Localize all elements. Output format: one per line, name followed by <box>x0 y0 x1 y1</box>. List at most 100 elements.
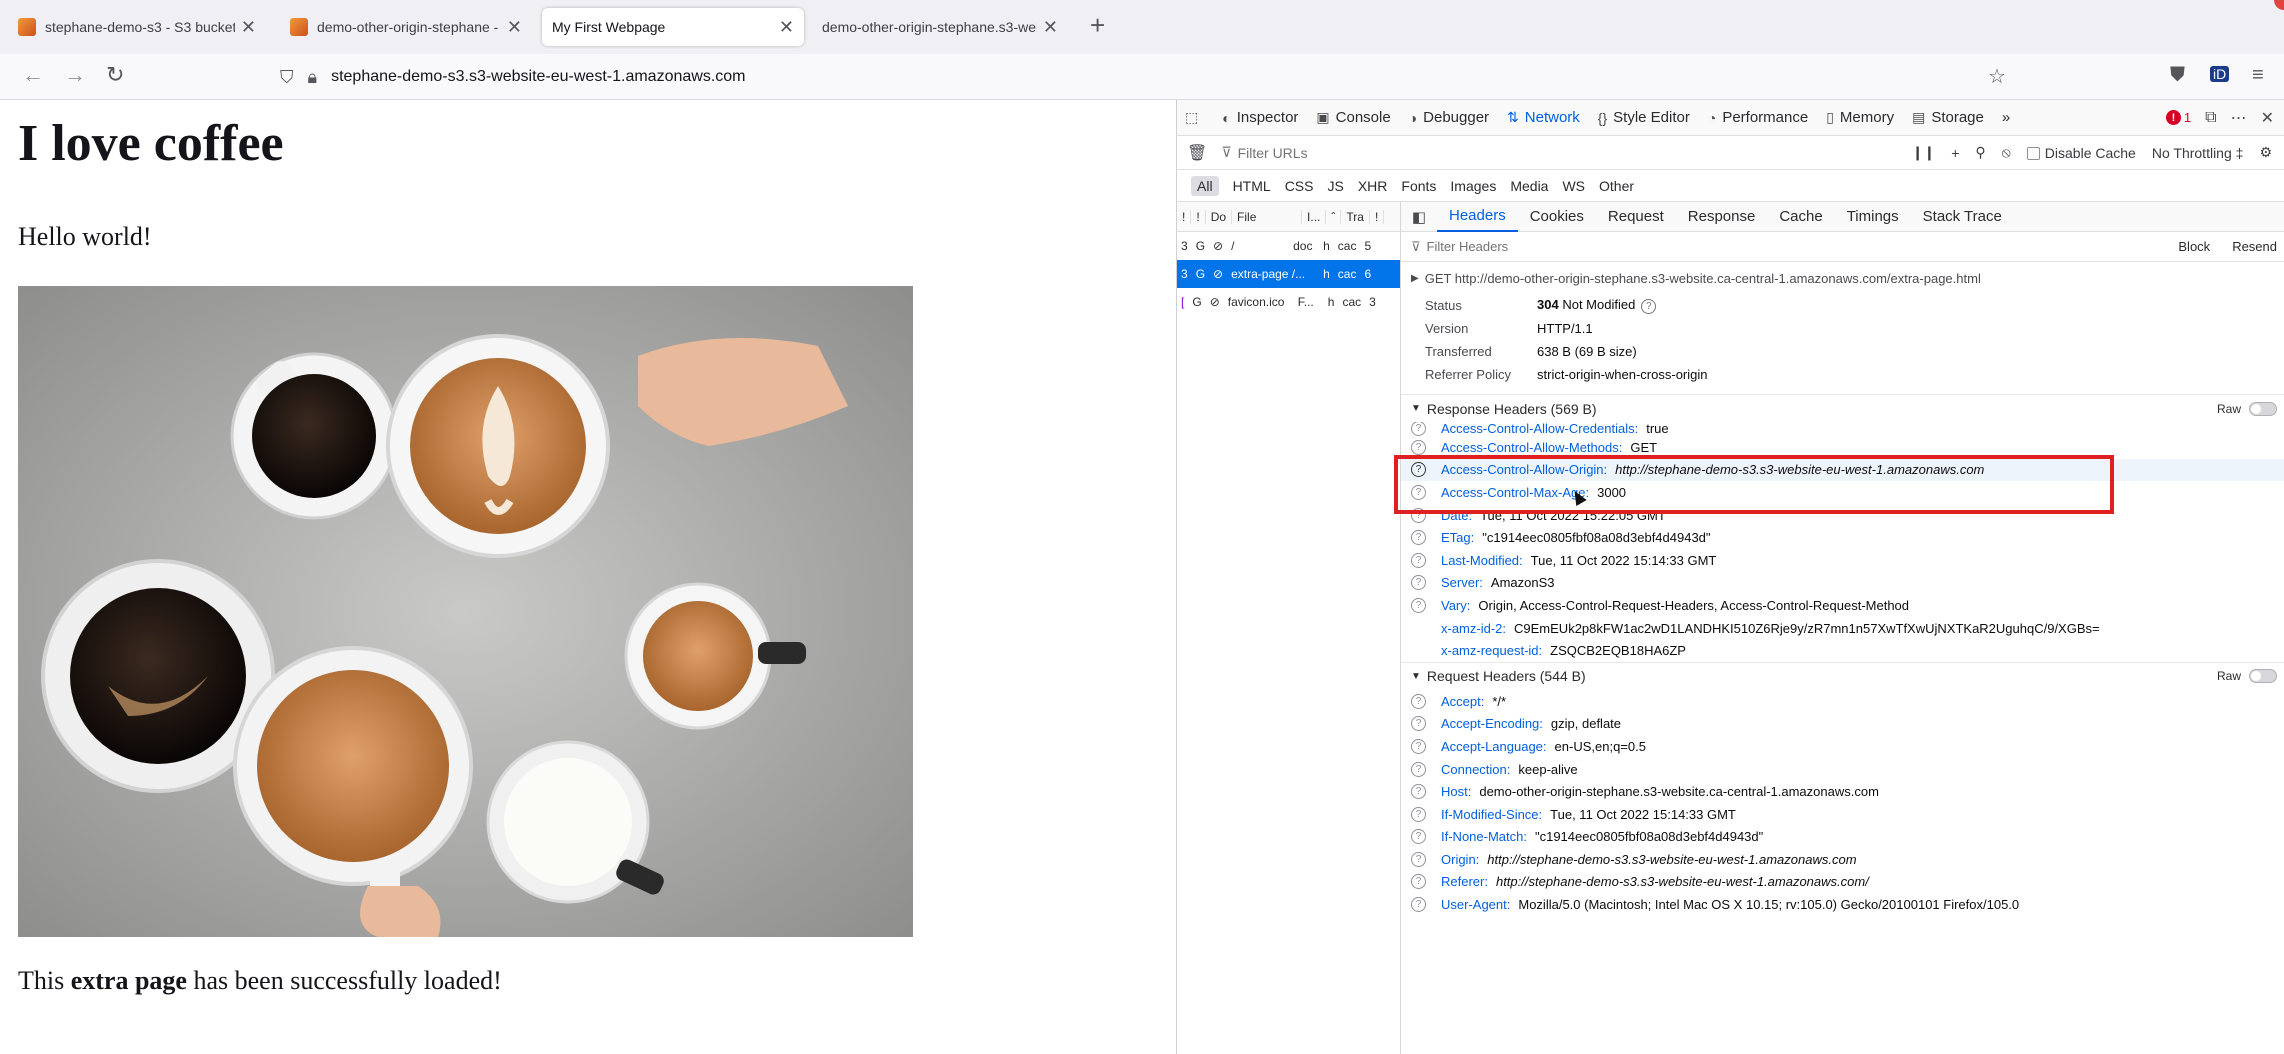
raw-toggle[interactable] <box>2249 669 2277 684</box>
pocket-icon[interactable]: ⛊ <box>2170 64 2185 87</box>
tab-request[interactable]: Request <box>1596 202 1676 232</box>
tab-other-origin-console[interactable]: demo-other-origin-stephane - S ✕ <box>280 8 532 46</box>
bookmark-star-icon[interactable]: ☆ <box>1988 64 2006 89</box>
header-row[interactable]: ? Origin: http://stephane-demo-s3.s3-websi… <box>1401 848 2284 871</box>
tab-close-icon[interactable]: ✕ <box>779 17 794 38</box>
resend-button[interactable]: Resend <box>2232 239 2277 254</box>
tab-close-icon[interactable]: ✕ <box>1043 17 1058 38</box>
header-row[interactable]: ? If-Modified-Since: Tue, 11 Oct 2022 15:1… <box>1401 803 2284 826</box>
help-icon[interactable]: ? <box>1411 597 1426 613</box>
request-row-selected[interactable]: 3 G ⊘ extra-page /... h cac 6 <box>1177 260 1400 288</box>
devtools-close-icon[interactable]: ✕ <box>2261 108 2274 128</box>
tab-cache[interactable]: Cache <box>1767 202 1834 232</box>
tab-my-first-webpage[interactable]: My First Webpage ✕ <box>542 8 804 46</box>
block-icon[interactable]: ⦸ <box>2002 144 2011 161</box>
header-row[interactable]: ? Server: AmazonS3 <box>1401 572 2284 595</box>
add-icon[interactable]: + <box>1951 145 1959 161</box>
help-icon[interactable]: ? <box>1411 851 1426 867</box>
help-icon[interactable]: ? <box>1411 761 1426 777</box>
tool-console[interactable]: ▣ Console <box>1316 109 1390 126</box>
header-row[interactable]: ? Connection: keep-alive <box>1401 758 2284 781</box>
new-tab-button[interactable]: + <box>1090 10 1105 41</box>
filter-urls-input[interactable]: Filter URLs <box>1238 145 1308 161</box>
collapse-arrow-icon[interactable]: ▼ <box>1411 671 1421 682</box>
tab-response[interactable]: Response <box>1676 202 1768 232</box>
tab-other-origin-website[interactable]: demo-other-origin-stephane.s3-wel ✕ <box>812 8 1068 46</box>
header-row[interactable]: ? If-None-Match: "c1914eec0805fbf08a08d3eb… <box>1401 826 2284 849</box>
header-row[interactable]: ? Accept: */* <box>1401 690 2284 713</box>
url-bar[interactable]: ⛉ 🔒︎ stephane-demo-s3.s3-website-eu-west… <box>280 60 2030 94</box>
header-row[interactable]: ? Host: demo-other-origin-stephane.s3-webs… <box>1401 780 2284 803</box>
header-row[interactable]: ? Referer: http://stephane-demo-s3.s3-webs… <box>1401 871 2284 894</box>
request-headers-section[interactable]: ▼ Request Headers (544 B) Raw <box>1401 661 2284 690</box>
lock-icon[interactable]: 🔒︎ <box>308 67 318 88</box>
filter-headers-input[interactable]: Filter Headers <box>1427 239 1509 254</box>
column-header[interactable]: ˆ <box>1326 209 1342 224</box>
search-icon[interactable]: ⚲ <box>1975 144 1985 161</box>
pause-icon[interactable]: ❙❙ <box>1912 144 1935 161</box>
collapse-arrow-icon[interactable]: ▼ <box>1411 403 1421 414</box>
url-text[interactable]: stephane-demo-s3.s3-website-eu-west-1.am… <box>331 68 745 86</box>
help-icon[interactable]: ? <box>1411 716 1426 732</box>
help-icon[interactable]: ? <box>1411 462 1426 478</box>
throttling-select[interactable]: No Throttling ‡ <box>2152 145 2244 161</box>
reload-icon[interactable]: ↻ <box>106 62 124 88</box>
block-button[interactable]: Block <box>2178 239 2210 254</box>
shield-icon[interactable]: ⛉ <box>280 67 294 88</box>
help-icon[interactable]: ? <box>1411 507 1426 523</box>
raw-toggle[interactable] <box>2249 401 2277 416</box>
column-header[interactable]: ! <box>1191 209 1206 224</box>
header-row[interactable]: ? Accept-Encoding: gzip, deflate <box>1401 713 2284 736</box>
help-icon[interactable]: ? <box>1411 806 1426 822</box>
request-url-line[interactable]: ▶ GET http://demo-other-origin-stephane.… <box>1401 262 2284 294</box>
header-row[interactable]: ? Vary: Origin, Access-Control-Request-Hea… <box>1401 594 2284 617</box>
dock-icon[interactable]: ⧉ <box>2205 109 2216 127</box>
tab-s3-bucket[interactable]: stephane-demo-s3 - S3 bucket ✕ <box>8 8 266 46</box>
tab-headers[interactable]: Headers <box>1437 202 1518 232</box>
type-filter-html[interactable]: HTML <box>1233 178 1271 194</box>
help-icon[interactable]: ? <box>1641 299 1657 314</box>
column-header[interactable]: I... <box>1302 209 1327 224</box>
column-header[interactable]: Do <box>1206 209 1233 224</box>
type-filter-fonts[interactable]: Fonts <box>1401 178 1436 194</box>
disable-cache-checkbox[interactable]: Disable Cache <box>2026 145 2136 161</box>
header-row[interactable]: ? Accept-Language: en-US,en;q=0.5 <box>1401 735 2284 758</box>
column-header[interactable]: Tra <box>1341 209 1370 224</box>
toggle-sidebar-icon[interactable]: ◧ <box>1401 208 1437 226</box>
help-icon[interactable]: ? <box>1411 738 1426 754</box>
tab-cookies[interactable]: Cookies <box>1518 202 1596 232</box>
devtools-menu-icon[interactable]: ⋯ <box>2231 108 2247 128</box>
menu-icon[interactable]: ≡ <box>2252 64 2264 87</box>
expand-arrow-icon[interactable]: ▶ <box>1411 273 1419 284</box>
clear-requests-icon[interactable]: 🗑︎ <box>1187 143 1207 163</box>
help-icon[interactable]: ? <box>1411 422 1426 436</box>
extension-icon[interactable]: iD <box>2210 66 2230 82</box>
type-filter-media[interactable]: Media <box>1510 178 1548 194</box>
request-row[interactable]: 3 G ⊘ / doc h cac 5 <box>1177 232 1400 260</box>
column-header[interactable]: ! <box>1370 209 1385 224</box>
help-icon[interactable]: ? <box>1411 530 1426 546</box>
header-row[interactable]: ? ETag: "c1914eec0805fbf08a08d3ebf4d4943d" <box>1401 526 2284 549</box>
header-row[interactable]: ? Access-Control-Allow-Origin: http://step… <box>1401 458 2284 482</box>
column-header[interactable]: File <box>1232 209 1303 224</box>
type-filter-images[interactable]: Images <box>1450 178 1496 194</box>
type-filter-all[interactable]: All <box>1191 175 1219 196</box>
help-icon[interactable]: ? <box>1411 897 1426 913</box>
element-picker-icon[interactable]: ⬚ <box>1185 109 1204 126</box>
tool-performance[interactable]: ◔ Performance <box>1708 109 1808 126</box>
help-icon[interactable]: ? <box>1411 693 1426 709</box>
header-row[interactable]: ? Access-Control-Allow-Credentials: true <box>1401 422 2284 436</box>
help-icon[interactable]: ? <box>1411 484 1426 500</box>
back-arrow-icon[interactable]: ← <box>22 62 44 88</box>
help-icon[interactable]: ? <box>1411 829 1426 845</box>
window-close-icon[interactable] <box>2274 0 2284 10</box>
header-row[interactable]: x-amz-request-id: ZSQCB2EQB18HA6ZP <box>1401 639 2284 662</box>
help-icon[interactable]: ? <box>1411 439 1426 455</box>
response-headers-section[interactable]: ▼ Response Headers (569 B) Raw <box>1401 394 2284 422</box>
tool-network[interactable]: ⇅ Network <box>1507 109 1580 126</box>
type-filter-js[interactable]: JS <box>1327 178 1343 194</box>
header-row[interactable]: ? Date: Tue, 11 Oct 2022 15:22:05 GMT <box>1401 504 2284 527</box>
help-icon[interactable]: ? <box>1411 575 1426 591</box>
settings-gear-icon[interactable]: ⚙ <box>2259 144 2272 161</box>
request-row[interactable]: [ G ⊘ favicon.ico F... h cac 3 <box>1177 288 1400 316</box>
